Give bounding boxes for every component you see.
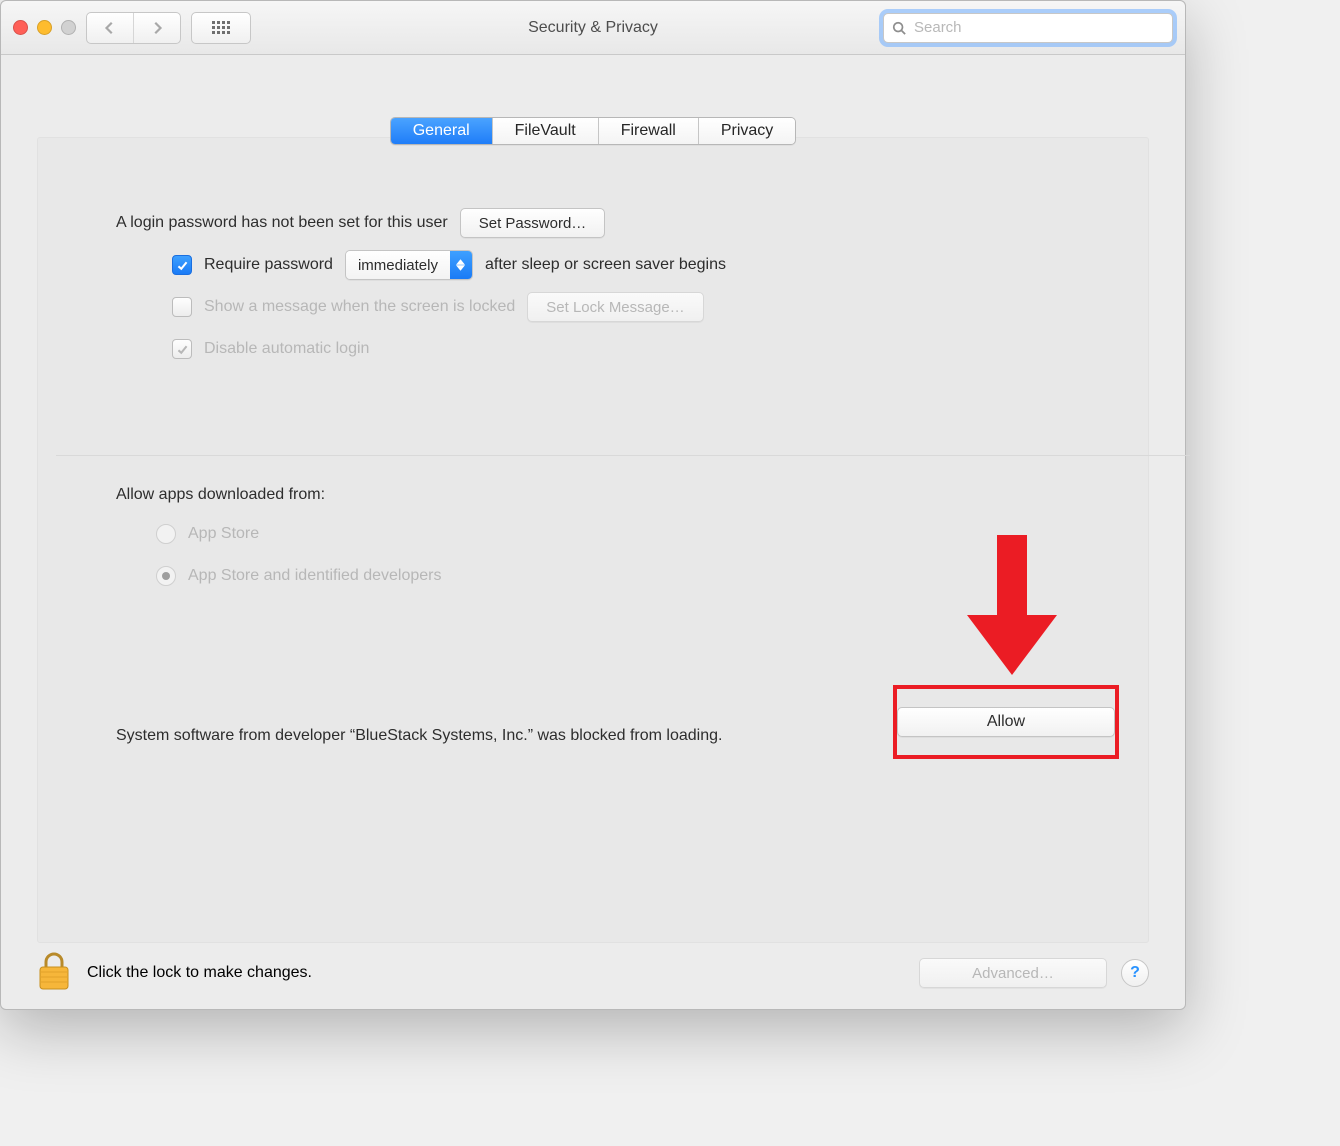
grid-icon [212, 21, 230, 34]
allow-button-highlight: Allow [893, 685, 1119, 759]
tab-privacy[interactable]: Privacy [698, 118, 795, 144]
annotation-arrow-icon [967, 535, 1057, 680]
search-field[interactable] [883, 13, 1173, 43]
nav-back-forward-group [86, 12, 181, 44]
show-lock-message-label: Show a message when the screen is locked [204, 298, 515, 316]
tab-label: General [413, 122, 470, 140]
search-input[interactable] [912, 18, 1164, 37]
advanced-button[interactable]: Advanced… [919, 958, 1107, 988]
titlebar: Security & Privacy [1, 1, 1185, 55]
disable-auto-login-checkbox[interactable] [172, 339, 192, 359]
tab-firewall[interactable]: Firewall [598, 118, 698, 144]
set-password-button[interactable]: Set Password… [460, 208, 606, 238]
close-window-button[interactable] [13, 20, 28, 35]
minimize-window-button[interactable] [37, 20, 52, 35]
blocked-system-software-message: System software from developer “BlueStac… [116, 725, 925, 747]
lock-icon[interactable] [37, 951, 71, 996]
search-icon [892, 21, 906, 35]
allow-button[interactable]: Allow [897, 707, 1115, 737]
no-login-password-text: A login password has not been set for th… [116, 214, 448, 232]
nav-forward-button[interactable] [133, 13, 180, 43]
tab-label: FileVault [515, 122, 576, 140]
radio-app-store [156, 524, 176, 544]
zoom-window-button [61, 20, 76, 35]
system-preferences-window: Security & Privacy General FileVault Fir… [0, 0, 1186, 1010]
radio-identified-developers-label: App Store and identified developers [188, 567, 442, 585]
divider [56, 455, 1190, 456]
radio-identified-developers [156, 566, 176, 586]
require-password-label-after: after sleep or screen saver begins [485, 256, 726, 274]
nav-back-button[interactable] [87, 13, 133, 43]
show-all-prefs-button[interactable] [191, 12, 251, 44]
show-lock-message-checkbox[interactable] [172, 297, 192, 317]
set-lock-message-button: Set Lock Message… [527, 292, 703, 322]
require-password-label-before: Require password [204, 256, 333, 274]
footer: Click the lock to make changes. Advanced… [37, 949, 1149, 997]
chevron-updown-icon [450, 251, 472, 279]
window-body: General FileVault Firewall Privacy A log… [1, 55, 1185, 1009]
radio-app-store-label: App Store [188, 525, 259, 543]
help-button[interactable]: ? [1121, 959, 1149, 987]
require-password-delay-select[interactable]: immediately [345, 250, 473, 280]
tab-general[interactable]: General [391, 118, 492, 144]
tab-bar: General FileVault Firewall Privacy [1, 117, 1185, 145]
tab-filevault[interactable]: FileVault [492, 118, 598, 144]
select-value: immediately [346, 251, 450, 279]
disable-auto-login-label: Disable automatic login [204, 340, 369, 358]
tab-label: Firewall [621, 122, 676, 140]
lock-help-text: Click the lock to make changes. [87, 964, 312, 982]
require-password-checkbox[interactable] [172, 255, 192, 275]
allow-apps-heading: Allow apps downloaded from: [116, 486, 1130, 504]
tab-label: Privacy [721, 122, 773, 140]
traffic-lights [13, 20, 76, 35]
